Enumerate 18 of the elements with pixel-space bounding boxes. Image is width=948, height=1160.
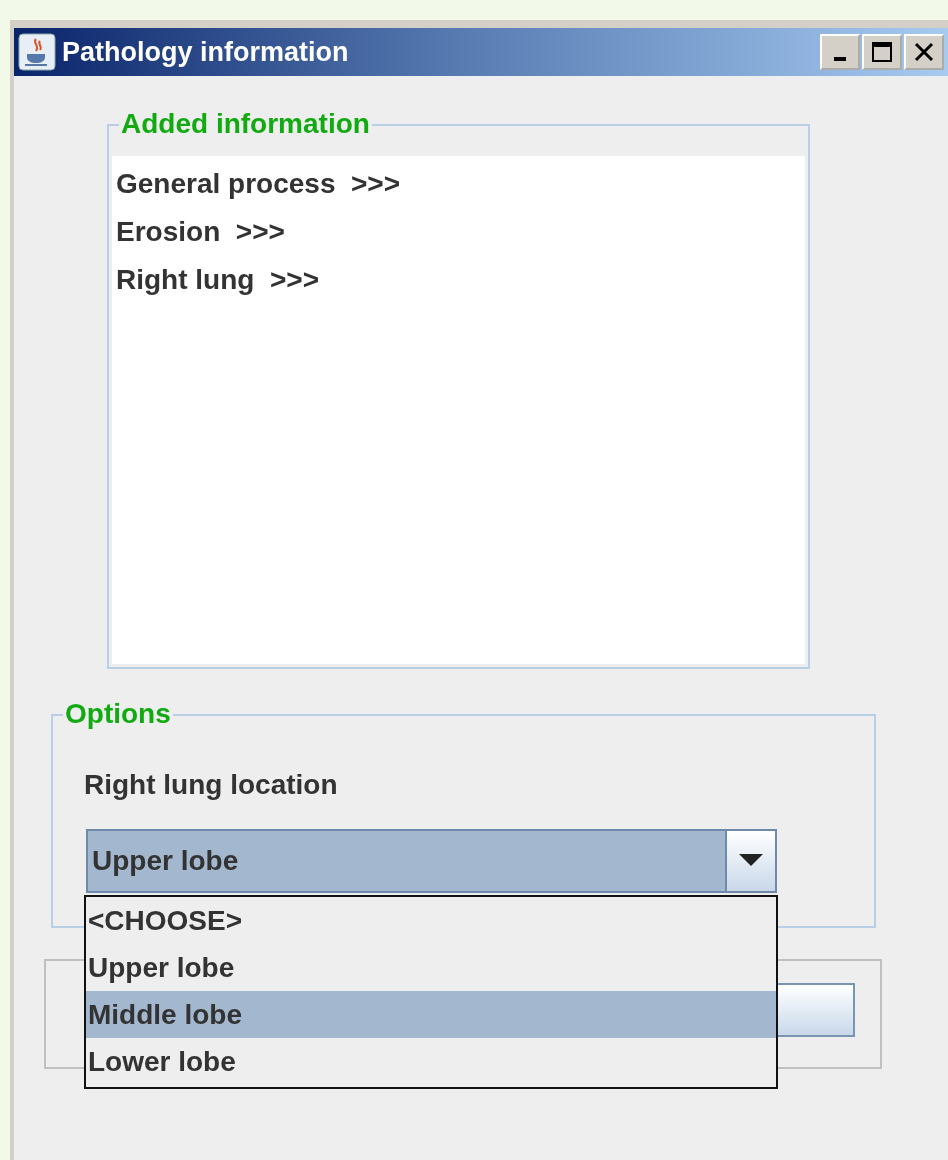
field-label: Right lung location xyxy=(84,768,338,802)
dropdown-option[interactable]: Middle lobe xyxy=(86,991,776,1038)
dropdown-option[interactable]: <CHOOSE> xyxy=(86,897,776,944)
minimize-icon xyxy=(834,57,846,61)
list-item[interactable]: Erosion >>> xyxy=(112,208,805,256)
close-icon xyxy=(912,40,936,64)
list-item[interactable]: General process >>> xyxy=(112,160,805,208)
window-title: Pathology information xyxy=(62,35,349,69)
maximize-button[interactable] xyxy=(862,34,902,70)
dropdown-option[interactable]: Lower lobe xyxy=(86,1038,776,1085)
minimize-button[interactable] xyxy=(820,34,860,70)
coffee-cup-icon xyxy=(18,33,56,71)
list-item[interactable]: Right lung >>> xyxy=(112,256,805,304)
maximize-icon xyxy=(870,40,894,64)
caret-icon xyxy=(739,854,763,868)
close-button[interactable] xyxy=(904,34,944,70)
dropdown-option[interactable]: Upper lobe xyxy=(86,944,776,991)
dropdown[interactable]: Upper lobe xyxy=(86,829,777,893)
